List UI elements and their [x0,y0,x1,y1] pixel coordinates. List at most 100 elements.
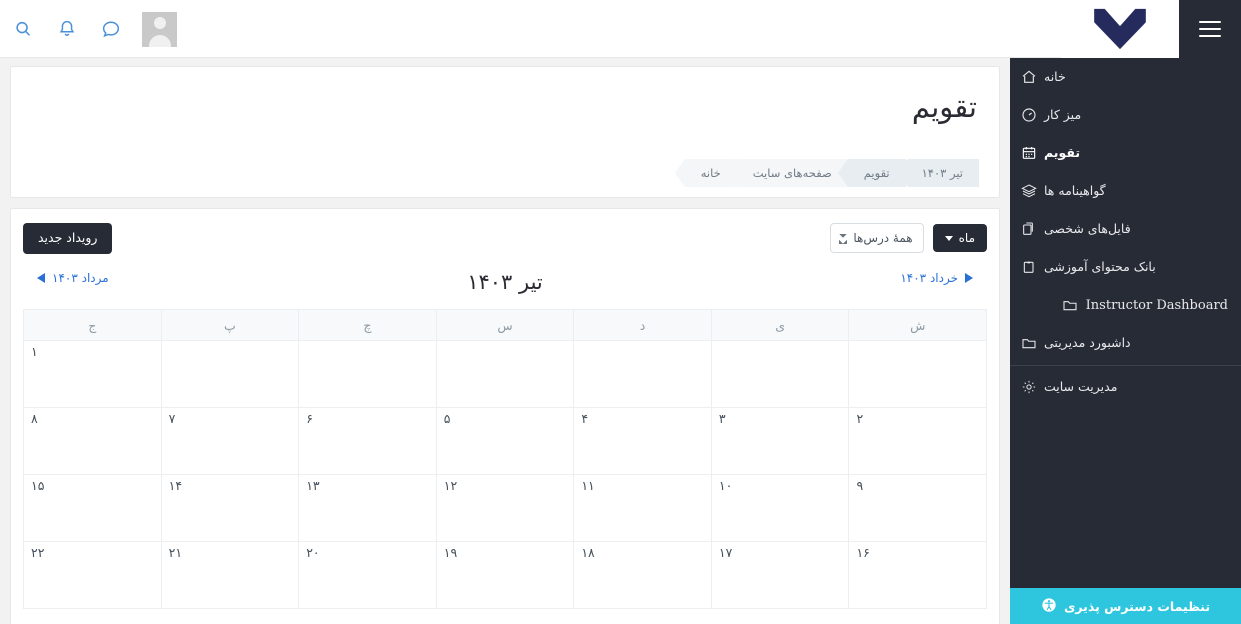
sidebar-item-label: بانک محتوای آموزشی [1044,258,1156,274]
gear-icon [1020,379,1037,396]
calendar-day-number: ۶ [306,411,313,426]
calendar-day-empty [848,340,987,408]
top-header-bar [0,0,1241,58]
main-content: تقویم تیر ۱۴۰۳ تقویم صفحه‌های سایت خانه … [0,58,1010,624]
course-filter-select[interactable]: همهٔ درس‌ها [829,223,924,254]
notifications-icon[interactable] [54,16,80,42]
calendar-day-empty [710,340,850,408]
weekday-header-row: شیدسچپج [23,309,987,341]
calendar-day-cell[interactable]: ۲۱ [160,541,300,609]
folder-icon [1062,297,1079,314]
site-logo[interactable] [1061,0,1179,58]
weekday-header: ج [23,309,162,341]
calendar-day-number: ۱۹ [443,545,458,560]
calendar-day-empty [573,340,712,408]
sidebar-item-certificates[interactable]: گواهینامه ها [1010,172,1241,210]
calendar-day-number: ۱۷ [718,545,733,560]
calendar-day-number: ۲۱ [168,545,183,560]
arrow-right-icon [965,273,973,283]
calendar-day-number: ۱۰ [718,478,733,493]
calendar-day-cell[interactable]: ۱۷ [710,541,850,609]
calendar-day-cell[interactable]: ۵ [435,407,575,475]
weekday-header: د [573,309,712,341]
sidebar-item-content-bank[interactable]: بانک محتوای آموزشی [1010,248,1241,286]
sidebar-item-calendar[interactable]: تقویم [1010,134,1241,172]
next-month-label: خرداد ۱۴۰۳ [900,271,958,285]
calendar-day-number: ۴ [581,411,589,426]
new-event-button[interactable]: رویداد جدید [23,223,113,254]
topbar-left-icons [0,0,177,58]
breadcrumb-item-site-pages[interactable]: صفحه‌های سایت [726,159,848,187]
page-header-card: تقویم تیر ۱۴۰۳ تقویم صفحه‌های سایت خانه [10,66,1000,198]
current-month-title: تیر ۱۴۰۳ [467,270,543,294]
calendar-day-cell[interactable]: ۴ [573,407,712,475]
breadcrumb-item-current: تیر ۱۴۰۳ [905,159,979,187]
view-mode-button[interactable]: ماه [932,224,987,253]
month-navigation: مرداد ۱۴۰۳ تیر ۱۴۰۳ خرداد ۱۴۰۳ [23,269,987,303]
next-month-link[interactable]: خرداد ۱۴۰۳ [900,272,973,284]
calendar-day-cell[interactable]: ۸ [23,407,162,475]
calendar-day-empty [435,340,575,408]
calendar-day-empty [160,340,300,408]
sidebar-item-dashboard[interactable]: میز کار [1010,96,1241,134]
calendar-toolbar: رویداد جدید ماه همهٔ درس‌ها [23,223,987,263]
calendar-day-number: ۷ [168,411,176,426]
calendar-day-cell[interactable]: ۷ [160,407,300,475]
calendar-day-cell[interactable]: ۱۴ [160,474,300,542]
sidebar-item-label: فایل‌های شخصی [1044,220,1131,236]
calendar-day-number: ۱۸ [581,545,595,560]
calendar-day-cell[interactable]: ۱۲ [435,474,575,542]
calendar-day-cell[interactable]: ۲۲ [23,541,162,609]
accessibility-settings-button[interactable]: تنظیمات دسترس پذیری [1010,588,1241,624]
avatar[interactable] [142,11,177,47]
content-bank-icon [1020,259,1037,276]
sidebar-item-instructor-dashboard[interactable]: Instructor Dashboard [1010,286,1241,324]
weekday-header: پ [160,309,300,341]
calendar-filters: ماه همهٔ درس‌ها [829,223,987,254]
sidebar-item-home[interactable]: خانه [1010,58,1241,96]
calendar-day-cell[interactable]: ۱۱ [573,474,712,542]
calendar-day-number: ۱۲ [443,478,458,493]
dashboard-icon [1020,107,1037,124]
calendar-day-cell[interactable]: ۱۹ [435,541,575,609]
calendar-day-number: ۳ [718,411,726,426]
accessibility-icon [1041,597,1057,616]
calendar-day-cell[interactable]: ۶ [298,407,437,475]
calendar-day-cell[interactable]: ۹ [848,474,987,542]
calendar-day-cell[interactable]: ۱۰ [710,474,850,542]
weekday-header: ش [848,309,987,341]
hamburger-icon [1199,21,1221,37]
calendar-day-cell[interactable]: ۱۳ [298,474,437,542]
sidebar-item-label: Instructor Dashboard [1085,297,1228,313]
calendar-day-empty [298,340,437,408]
weekday-header: چ [298,309,437,341]
calendar-day-cell[interactable]: ۳ [710,407,850,475]
sidebar-item-site-administration[interactable]: مدیریت سایت [1010,368,1241,406]
calendar-week-row: ۱۶ ۱۷ ۱۸ ۱۹ ۲۰ ۲۱ ۲۲ [23,541,987,609]
breadcrumb: تیر ۱۴۰۳ تقویم صفحه‌های سایت خانه [674,159,979,187]
calendar-day-number: ۵ [443,411,451,426]
calendar-day-cell[interactable]: ۲ [848,407,987,475]
certificates-icon [1020,183,1037,200]
sidebar-item-private-files[interactable]: فایل‌های شخصی [1010,210,1241,248]
calendar-day-cell[interactable]: ۲۰ [298,541,437,609]
sidebar-item-label: میز کار [1044,106,1082,122]
messages-icon[interactable] [98,16,124,42]
calendar-day-number: ۲۰ [306,545,320,560]
calendar-day-cell[interactable]: ۱۵ [23,474,162,542]
chevron-down-icon [944,235,953,241]
search-icon[interactable] [10,16,36,42]
folder-icon [1020,335,1037,352]
calendar-week-row: ۱ [23,340,987,408]
calendar-day-cell[interactable]: ۱۸ [573,541,712,609]
calendar-icon [1020,145,1037,162]
page-title: تقویم [911,90,977,124]
breadcrumb-item-calendar[interactable]: تقویم [837,159,906,187]
calendar-day-number: ۲ [856,411,864,426]
calendar-week-row: ۹ ۱۰ ۱۱ ۱۲ ۱۳ ۱۴ ۱۵ [23,474,987,542]
calendar-day-cell[interactable]: ۱ [23,340,162,408]
calendar-grid: شیدسچپج ۱ ۲ ۳ ۴ ۵ ۶ ۷ ۸ ۹ ۱۰ ۱۱ ۱۲ ۱۳ ۱۴ ۱۵ ۱۶ ۱۷ ۱۸ ۱۹ ۲۰ ۲… [23,309,987,609]
calendar-day-cell[interactable]: ۱۶ [848,541,987,609]
sidebar-item-admin-dashboard[interactable]: داشبورد مدیریتی [1010,324,1241,362]
menu-toggle-button[interactable] [1179,0,1241,58]
